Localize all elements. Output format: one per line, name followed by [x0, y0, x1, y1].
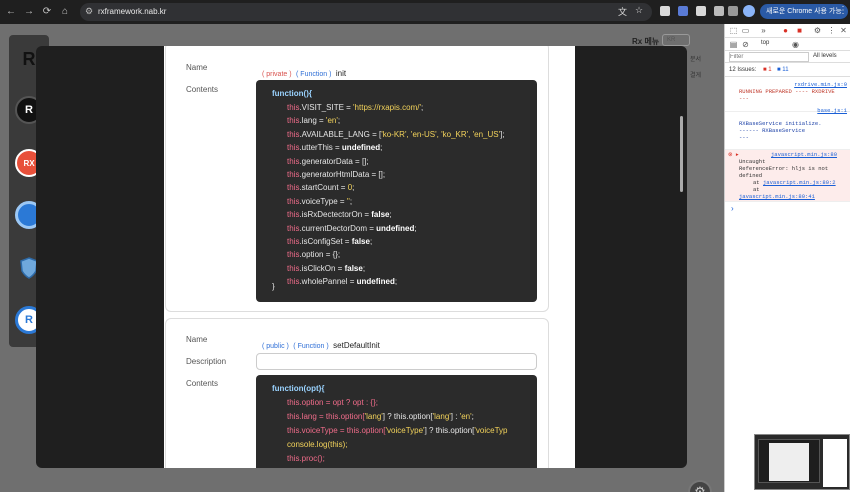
code-line: this.voiceType = ''; — [287, 196, 353, 206]
avatar[interactable] — [743, 5, 755, 17]
background-text: 결게 — [690, 73, 702, 79]
code-line: this.currentDectorDom = undefined; — [287, 223, 417, 233]
extension-icon[interactable] — [696, 6, 706, 16]
code-line: this.lang = this.option['lang'] ? this.o… — [287, 412, 474, 421]
console-filter-input[interactable] — [729, 52, 809, 62]
code-line: this.isConfigSet = false; — [287, 237, 373, 246]
issues-error-badge: ■ 1 — [763, 67, 772, 73]
kind-tag: ( Function ) — [296, 71, 332, 78]
extensions-puzzle-icon[interactable] — [714, 6, 724, 16]
code-line: this.voiceType = this.option['voiceType'… — [287, 426, 508, 435]
error-count-icon[interactable]: ● — [781, 26, 790, 35]
close-icon[interactable]: ✕ — [839, 26, 848, 35]
settings-gear-icon[interactable]: ⚙ — [688, 480, 712, 492]
levels-select[interactable]: All levels — [813, 53, 837, 59]
function-signature: ( private ) ( Function ) init — [262, 63, 346, 81]
sidepanel-icon[interactable] — [728, 6, 738, 16]
source-link[interactable]: rxdrive.min.js:9 — [794, 81, 847, 88]
console-prompt[interactable]: › — [731, 204, 734, 213]
address-url: rxframework.nab.kr — [98, 7, 167, 16]
forward-icon[interactable]: → — [22, 5, 36, 19]
browser-toolbar: ← → ⟳ ⌂ ⚙ rxframework.nab.kr 文 ☆ 새로운 Chr… — [0, 0, 850, 24]
console-error-message: ⊗ ▸ javascript.min.js:80 Uncaught Refere… — [725, 150, 850, 202]
source-link[interactable]: javascript.min.js:80 — [771, 151, 837, 158]
function-signature: ( public ) ( Function ) setDefaultInit — [262, 335, 380, 353]
code-line: this.isClickOn = false; — [287, 263, 366, 273]
warning-count-icon[interactable]: ■ — [795, 26, 804, 35]
function-card-setdefaultinit: Name ( public ) ( Function ) setDefaultI… — [165, 318, 549, 468]
filter-row: All levels — [725, 51, 850, 63]
description-field[interactable] — [256, 353, 537, 370]
code-block: function(opt){ this.option = opt ? opt :… — [256, 375, 537, 468]
code-line: this.isRxDectectorOn = false; — [287, 210, 392, 220]
inspect-icon[interactable]: ⬚ — [729, 26, 738, 35]
function-name: setDefaultInit — [333, 341, 380, 350]
issues-row[interactable]: 12 Issues: ■ 1 ■ 11 — [725, 64, 850, 77]
modal-scrollbar[interactable] — [680, 116, 683, 192]
devtools-panel: ⬚ ▭ » ● ■ ⚙ ⋮ ✕ ▤ ⊘ top ◉ All levels 12 … — [724, 24, 850, 492]
contents-label: Contents — [186, 379, 219, 388]
extension-icon[interactable] — [660, 6, 670, 16]
document-modal: Name ( private ) ( Function ) init Conte… — [36, 46, 687, 468]
clear-console-icon[interactable]: ⊘ — [741, 40, 750, 49]
contents-label: Contents — [186, 85, 219, 94]
code-line: this.lang = 'en'; — [287, 116, 341, 126]
menu-kebab-icon[interactable]: ⋮ — [838, 5, 848, 16]
code-line: this.VISIT_SITE = 'https://rxapis.com/'; — [287, 103, 424, 112]
eye-icon[interactable]: ◉ — [791, 40, 800, 49]
function-card-init: Name ( private ) ( Function ) init Conte… — [165, 46, 549, 312]
access-modifier: ( public ) — [262, 343, 289, 350]
code-line: this.startCount = 0; — [287, 183, 355, 193]
reload-icon[interactable]: ⟳ — [40, 5, 54, 19]
code-open: function(opt){ — [272, 384, 325, 393]
function-name: init — [335, 69, 347, 78]
code-line: this.option = {}; — [287, 250, 341, 260]
chrome-update-button[interactable]: 새로운 Chrome 사용 가능 — [760, 4, 848, 19]
devtools-settings-icon[interactable]: ⚙ — [813, 26, 822, 35]
home-icon[interactable]: ⌂ — [58, 5, 72, 19]
code-block: function(){ this.VISIT_SITE = 'https://r… — [256, 80, 537, 302]
code-line: this.proc(); — [287, 454, 325, 463]
code-line: console.log(this); — [287, 440, 348, 449]
doc-panel: Name ( private ) ( Function ) init Conte… — [164, 46, 575, 468]
language-select[interactable]: KR — [662, 34, 690, 46]
code-close: } — [272, 282, 275, 291]
more-tabs-icon[interactable]: » — [759, 26, 768, 35]
back-icon[interactable]: ← — [4, 5, 18, 19]
error-icon: ⊗ ▸ — [728, 151, 739, 158]
devtools-menu-icon[interactable]: ⋮ — [827, 26, 836, 35]
code-line: this.wholePannel = undefined; — [287, 277, 398, 287]
code-line: this.generatorData = []; — [287, 156, 369, 166]
translate-icon[interactable]: 文 — [618, 5, 627, 18]
site-info-icon[interactable]: ⚙ — [85, 6, 93, 17]
console-message: base.js:1 RXBaseService initialize. ----… — [725, 106, 850, 150]
context-select[interactable]: top — [761, 40, 769, 46]
kind-tag: ( Function ) — [293, 343, 329, 350]
address-bar[interactable]: ⚙ rxframework.nab.kr 文 ☆ — [80, 3, 652, 21]
description-label: Description — [186, 357, 227, 366]
access-modifier: ( private ) — [262, 71, 292, 78]
devtools-tabs: ⬚ ▭ » ● ■ ⚙ ⋮ ✕ — [725, 24, 850, 38]
sidebar-toggle-icon[interactable]: ▤ — [729, 40, 738, 49]
code-line: this.utterThis = undefined; — [287, 143, 383, 153]
device-icon[interactable]: ▭ — [741, 26, 750, 35]
issues-info-badge: ■ 11 — [777, 67, 789, 73]
bookmark-star-icon[interactable]: ☆ — [635, 5, 643, 16]
code-line: this.generatorHtmlData = []; — [287, 170, 386, 179]
name-label: Name — [186, 335, 208, 344]
screen-preview-thumbnail[interactable] — [754, 434, 850, 490]
name-label: Name — [186, 63, 208, 72]
extension-icon[interactable] — [678, 6, 688, 16]
console-toolbar: ▤ ⊘ top ◉ — [725, 38, 850, 51]
stack-link[interactable]: javascript.min.js:80:2 — [763, 179, 836, 186]
source-link[interactable]: base.js:1 — [817, 107, 847, 114]
background-text: 분서 — [690, 57, 702, 63]
code-open: function(){ — [272, 89, 312, 98]
stack-link[interactable]: javascript.min.js:80:41 — [739, 193, 815, 200]
page-viewport: Rx 메뉴 KR 분서 결게 R R RX R Name ( private )… — [0, 24, 724, 492]
code-line: this.option = opt ? opt : {}; — [287, 398, 378, 407]
code-line: this.AVAILABLE_LANG = ['ko-KR', 'en-US',… — [287, 129, 505, 139]
